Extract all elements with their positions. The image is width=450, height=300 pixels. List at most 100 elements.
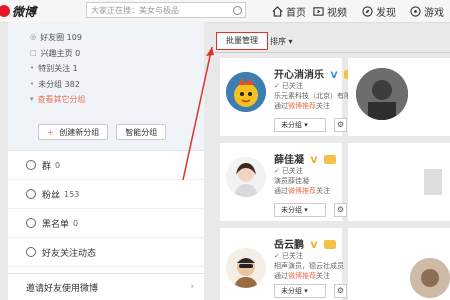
group-select[interactable]: 未分组 ▾: [274, 284, 326, 298]
via-suffix: 关注: [316, 102, 330, 110]
nav-game-label: 游戏: [424, 7, 444, 19]
search-placeholder: 大家正在搜：美女与极品: [91, 6, 179, 15]
divider: [212, 52, 450, 53]
portrait-image: [226, 248, 266, 288]
follow-card-partial: [348, 228, 450, 300]
nav-video[interactable]: 视频: [313, 0, 347, 22]
group-select-label: 未分组: [281, 287, 302, 295]
plus-icon: +: [47, 128, 54, 137]
smart-group-button[interactable]: 智能分组: [116, 124, 167, 140]
user-name[interactable]: 薛佳凝 V: [274, 151, 336, 166]
group-select[interactable]: 未分组 ▾: [274, 203, 326, 217]
group-select[interactable]: 未分组 ▾: [274, 118, 326, 132]
follow-status: ✓ 已关注: [274, 81, 303, 91]
invite-friends-link[interactable]: 邀请好友使用微博 ›: [8, 273, 204, 300]
follow-source: 通过微博推荐关注: [274, 186, 330, 196]
via-prefix: 通过: [274, 187, 288, 195]
create-group-button[interactable]: + 创建新分组: [38, 124, 109, 140]
chevron-down-icon: ▾: [30, 95, 34, 103]
follow-card: 薛佳凝 V ✓ 已关注 演员薛佳凝 通过微博推荐关注 未分组 ▾ ⚙: [220, 143, 347, 221]
circle-icon: ◎: [30, 33, 37, 41]
group-label: 特别关注 1: [38, 64, 78, 73]
search-icon[interactable]: [233, 6, 242, 15]
member-icon: [323, 239, 336, 249]
group-select-label: 未分组: [281, 121, 302, 129]
nav-home-label: 首页: [286, 7, 306, 19]
chevron-down-icon: ▾: [304, 121, 308, 129]
sort-dropdown[interactable]: 排序 ▾: [270, 36, 293, 47]
group-label: 兴趣主页 0: [40, 48, 81, 58]
avatar[interactable]: [356, 68, 408, 120]
game-icon: [410, 5, 421, 17]
follow-list: 批量管理 排序 ▾ 开心消消乐 V ✓ 已关注 乐元素科技（北京）有限公司 通过微…: [212, 22, 450, 300]
gear-icon[interactable]: ⚙: [334, 203, 347, 217]
via-link[interactable]: 微博推荐: [288, 187, 316, 195]
gear-icon[interactable]: ⚙: [334, 118, 347, 132]
followed-text: 已关注: [281, 167, 303, 175]
group-actions: + 创建新分组 智能分组: [38, 124, 167, 140]
square-icon: □: [30, 48, 37, 57]
member-icon: [323, 154, 336, 164]
nav-video-label: 视频: [327, 7, 347, 19]
group-item-special[interactable]: • 特别关注 1: [8, 61, 204, 77]
followed-text: 已关注: [281, 252, 303, 260]
nav-game[interactable]: 游戏: [410, 0, 444, 22]
follow-status: ✓ 已关注: [274, 251, 303, 261]
chevron-down-icon: ▾: [304, 287, 308, 295]
avatar[interactable]: [226, 157, 266, 197]
group-label: 未分组 382: [38, 79, 80, 89]
game-character-image: [226, 72, 266, 112]
via-prefix: 通过: [274, 102, 288, 110]
user-name-text: 岳云鹏: [274, 240, 304, 251]
sidebar-item-groups[interactable]: 群 0: [8, 151, 204, 180]
home-icon: [272, 5, 283, 17]
via-link[interactable]: 微博推荐: [288, 272, 316, 280]
blurred-avatar: [424, 169, 442, 195]
group-item-ungrouped[interactable]: • 未分组 382: [8, 77, 204, 93]
sort-label: 排序: [270, 37, 286, 46]
left-sidebar: ◎ 好友圈 109 □ 兴趣主页 0 • 特别关注 1 • 未分组 382 ▾ …: [8, 22, 204, 300]
follow-status: ✓ 已关注: [274, 166, 303, 176]
more-groups-link[interactable]: ▾ 查看其它分组: [8, 92, 204, 108]
nav-discover[interactable]: 发现: [362, 0, 396, 22]
user-name[interactable]: 开心消消乐 V: [274, 66, 356, 81]
create-group-label: 创建新分组: [59, 128, 100, 137]
avatar[interactable]: [226, 248, 266, 288]
user-name[interactable]: 岳云鹏 V: [274, 236, 336, 251]
via-suffix: 关注: [316, 187, 330, 195]
activity-icon: [26, 247, 36, 257]
check-icon: ✓: [274, 167, 280, 175]
follow-card: 开心消消乐 V ✓ 已关注 乐元素科技（北京）有限公司 通过微博推荐关注 未分组 …: [220, 58, 365, 136]
batch-manage-button[interactable]: 批量管理: [216, 32, 268, 50]
sidebar-item-label: 粉丝: [42, 190, 61, 201]
user-name-text: 薛佳凝: [274, 155, 304, 166]
avatar[interactable]: [226, 72, 266, 112]
gear-icon[interactable]: ⚙: [334, 284, 347, 298]
sidebar-item-blacklist[interactable]: 黑名单 0: [8, 209, 204, 238]
group-icon: [26, 160, 36, 170]
portrait-image: [226, 157, 266, 197]
video-icon: [313, 6, 324, 16]
avatar[interactable]: [410, 258, 450, 298]
sidebar-item-label: 群: [42, 161, 52, 172]
verified-badge: V: [310, 156, 318, 166]
via-link[interactable]: 微博推荐: [288, 102, 316, 110]
nav-home[interactable]: 首页: [272, 0, 306, 22]
chevron-down-icon: ▾: [288, 37, 293, 46]
group-item-interest[interactable]: □ 兴趣主页 0: [8, 46, 204, 62]
portrait-image: [410, 258, 450, 298]
verified-badge: V: [330, 71, 338, 81]
search-input[interactable]: 大家正在搜：美女与极品: [86, 2, 246, 18]
follow-card-partial: [348, 58, 450, 136]
logo-text: 微博: [12, 4, 37, 19]
followed-text: 已关注: [281, 82, 303, 90]
sidebar-item-fans[interactable]: 粉丝 153: [8, 180, 204, 209]
smart-group-label: 智能分组: [125, 128, 158, 137]
verified-badge: V: [310, 241, 318, 251]
sidebar-item-activity[interactable]: 好友关注动态: [8, 238, 204, 267]
top-bar: 微博 大家正在搜：美女与极品 首页 视频 发现 游戏: [0, 0, 450, 23]
group-panel: ◎ 好友圈 109 □ 兴趣主页 0 • 特别关注 1 • 未分组 382 ▾ …: [8, 22, 204, 151]
group-item-friends[interactable]: ◎ 好友圈 109: [8, 30, 204, 46]
weibo-logo[interactable]: 微博: [0, 1, 36, 21]
batch-manage-label: 批量管理: [226, 36, 258, 45]
